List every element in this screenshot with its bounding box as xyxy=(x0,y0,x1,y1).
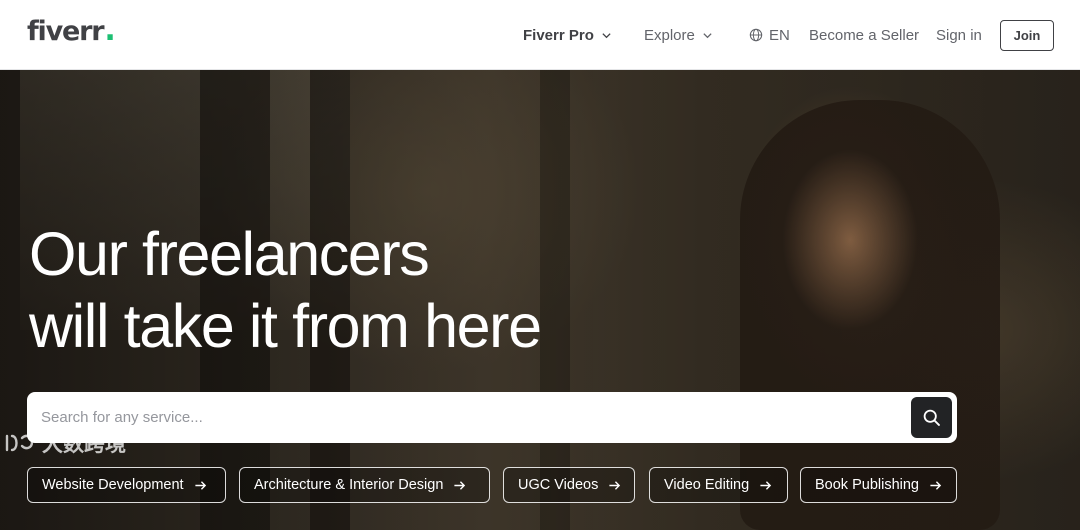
chip-website-development[interactable]: Website Development xyxy=(27,467,226,503)
nav-sign-in-label: Sign in xyxy=(936,26,982,44)
arrow-right-icon xyxy=(930,480,942,490)
nav-explore-label: Explore xyxy=(644,26,695,44)
globe-icon xyxy=(749,28,763,42)
nav-fiverr-pro[interactable]: Fiverr Pro xyxy=(523,0,612,70)
search-bar xyxy=(27,392,957,443)
chip-label: Website Development xyxy=(42,477,184,493)
chip-label: Video Editing xyxy=(664,477,750,493)
arrow-right-icon xyxy=(609,480,621,490)
chip-video-editing[interactable]: Video Editing xyxy=(649,467,788,503)
chip-label: Architecture & Interior Design xyxy=(254,477,444,493)
hero-headline-line1: Our freelancers xyxy=(29,220,430,288)
hero-section: Our freelancers will take it from here W… xyxy=(0,70,1080,530)
watermark: 大数跨境 xyxy=(4,428,126,458)
fiverr-logo[interactable]: fiverr. xyxy=(27,13,116,48)
nav-become-seller-label: Become a Seller xyxy=(809,26,920,44)
chevron-down-icon xyxy=(602,32,611,38)
logo-text: fiverr xyxy=(27,16,105,47)
join-button[interactable]: Join xyxy=(1000,20,1054,51)
top-header: fiverr. Fiverr Pro Explore EN Become a S… xyxy=(0,0,1080,70)
chip-architecture-interior-design[interactable]: Architecture & Interior Design xyxy=(239,467,490,503)
arrow-right-icon xyxy=(760,480,772,490)
nav-fiverr-pro-label: Fiverr Pro xyxy=(523,26,594,44)
nav-become-seller[interactable]: Become a Seller xyxy=(809,0,919,70)
chip-book-publishing[interactable]: Book Publishing xyxy=(800,467,957,503)
logo-dot: . xyxy=(104,13,115,48)
hero-headline: Our freelancers will take it from here xyxy=(29,218,542,362)
search-icon xyxy=(923,409,940,426)
chip-label: Book Publishing xyxy=(815,477,919,493)
arrow-right-icon xyxy=(194,480,206,490)
nav-language-label: EN xyxy=(769,26,790,44)
search-input[interactable] xyxy=(41,397,901,438)
watermark-logo-icon xyxy=(5,434,34,452)
chip-ugc-videos[interactable]: UGC Videos xyxy=(503,467,635,503)
chip-label: UGC Videos xyxy=(518,477,599,493)
hero-headline-line2: will take it from here xyxy=(29,292,542,360)
search-button[interactable] xyxy=(911,397,952,438)
watermark-text: 大数跨境 xyxy=(42,432,126,456)
arrow-right-icon xyxy=(454,480,466,490)
nav-sign-in[interactable]: Sign in xyxy=(936,0,982,70)
nav-explore[interactable]: Explore xyxy=(644,0,713,70)
nav-language[interactable]: EN xyxy=(749,0,790,70)
chevron-down-icon xyxy=(703,32,712,38)
